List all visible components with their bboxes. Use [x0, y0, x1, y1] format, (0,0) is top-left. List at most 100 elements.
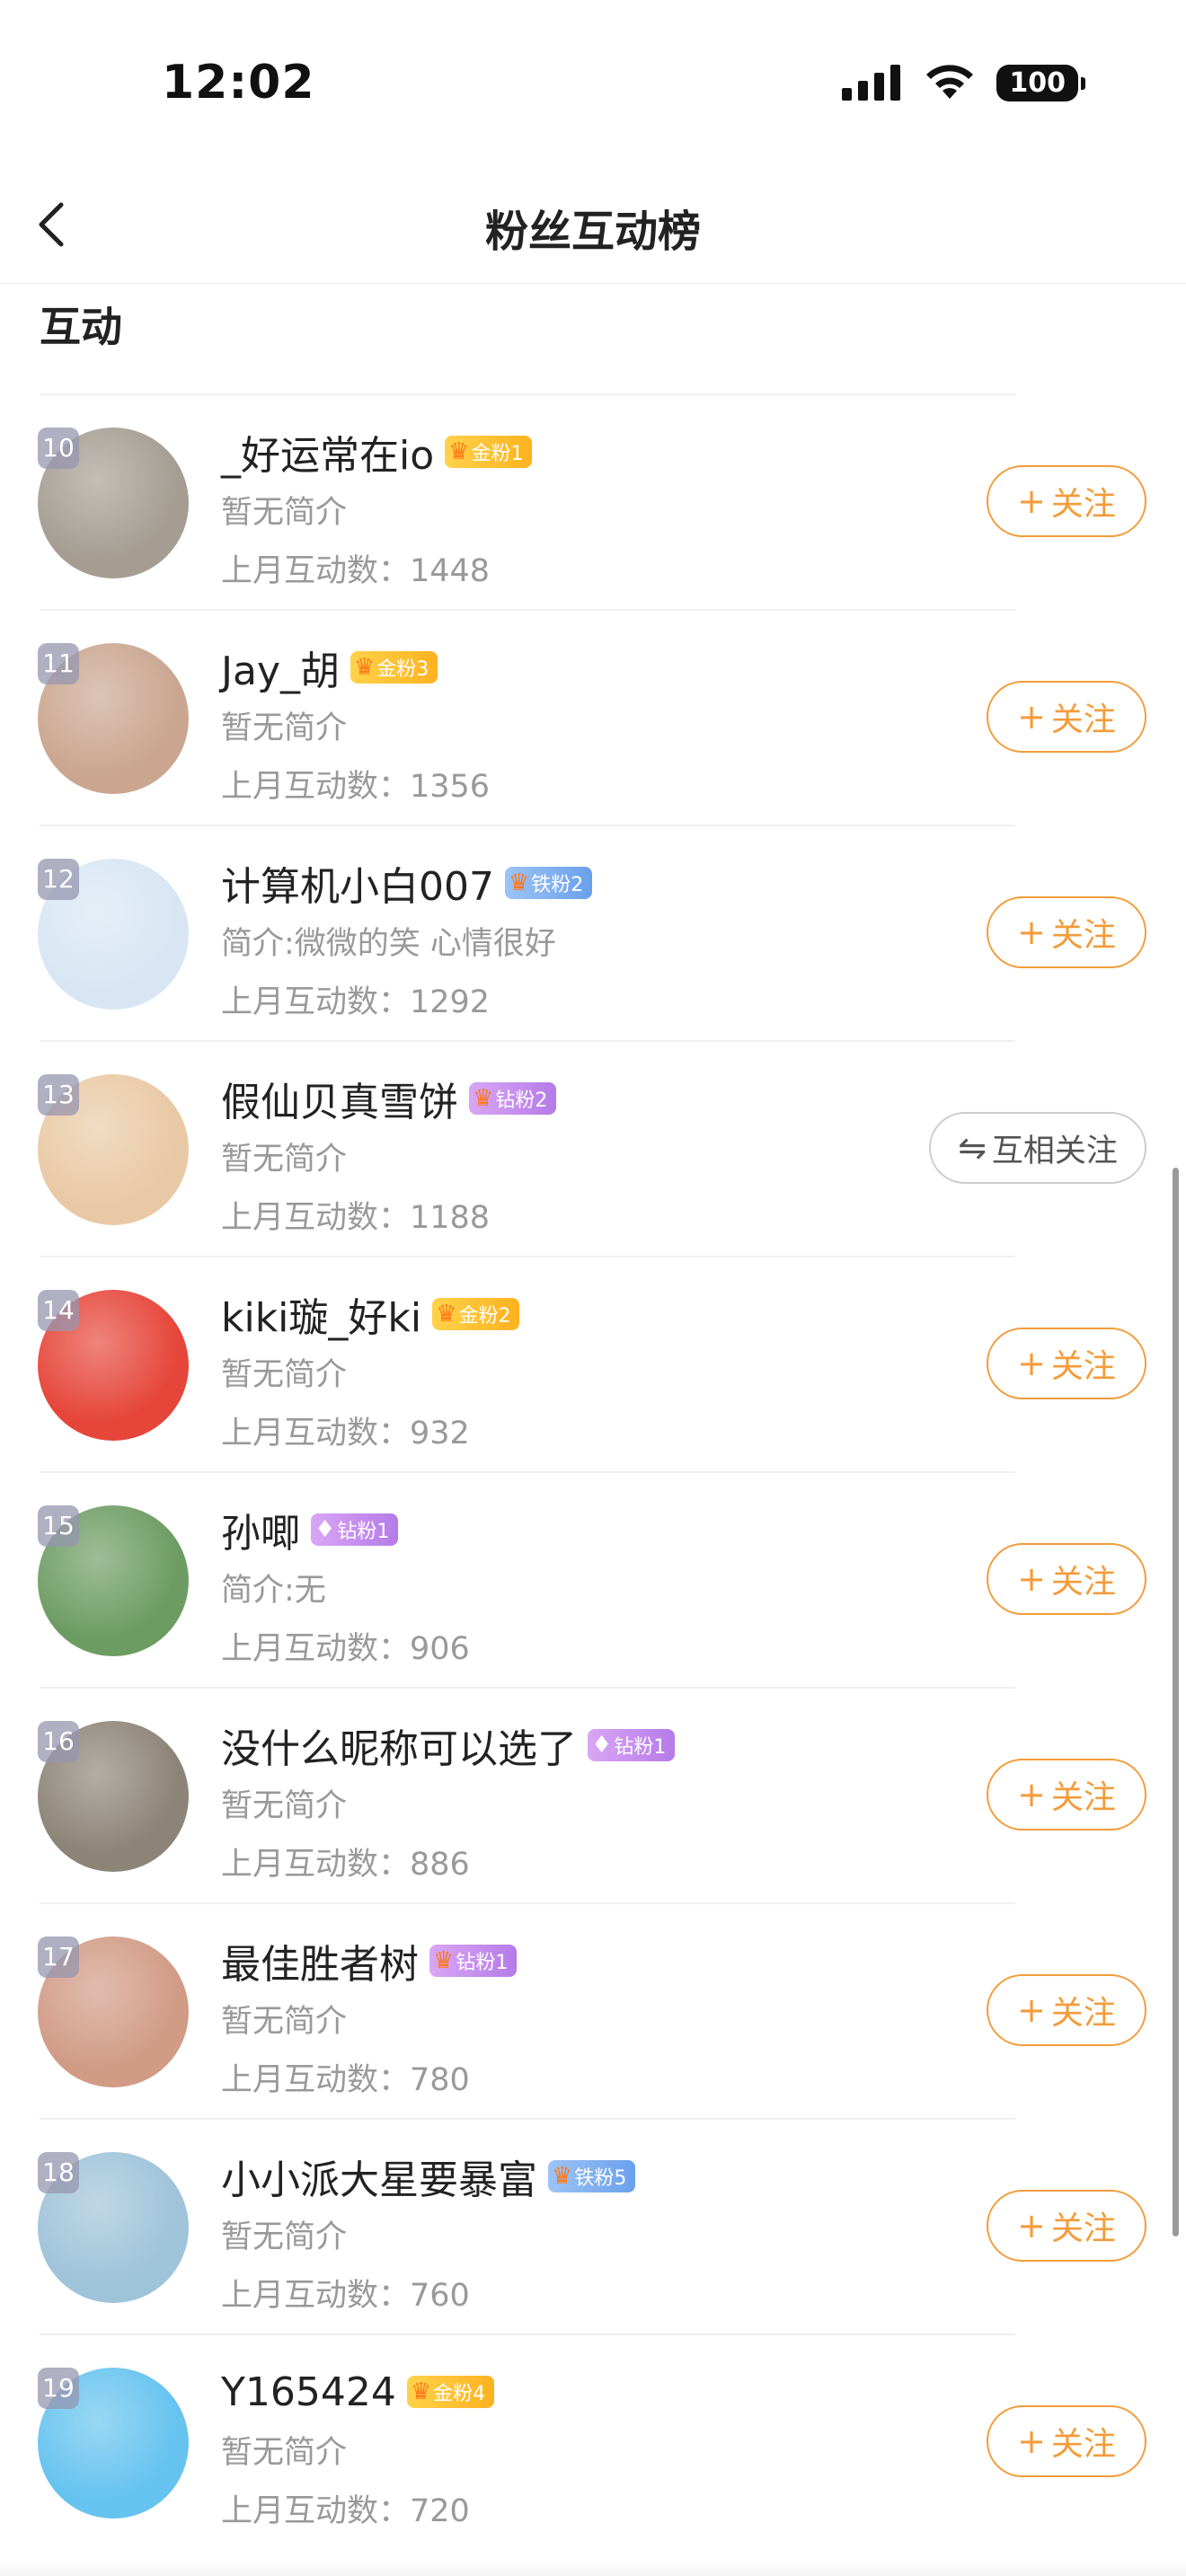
user-bio: 暂无简介 [221, 2004, 348, 2040]
user-name[interactable]: Y165424 [221, 2369, 396, 2415]
list-item[interactable]: 17 最佳胜者树 ♛ 钻粉1 暂无简介 上月互动数：780 + 关注 [0, 1902, 1186, 2118]
plus-icon: + [1017, 1990, 1046, 2030]
follow-button[interactable]: + 关注 [987, 2405, 1146, 2477]
avatar[interactable]: 18 [38, 2152, 189, 2303]
user-name[interactable]: 假仙贝真雪饼 [221, 1070, 458, 1127]
fan-level-badge: ♛ 金粉1 [445, 436, 533, 468]
follow-label: 关注 [1050, 2210, 1116, 2247]
user-info: kiki璇_好ki ♛ 金粉2 暂无简介 上月互动数：932 [221, 1283, 520, 1453]
plus-icon: + [1017, 1344, 1046, 1383]
follow-label: 关注 [1050, 1348, 1116, 1385]
section-title: 互动 [40, 303, 122, 351]
nav-bar: 粉丝互动榜 [0, 162, 1186, 284]
follow-button[interactable]: + 关注 [987, 2190, 1146, 2262]
mutual-follow-button[interactable]: ⇋ 互相关注 [929, 1112, 1146, 1184]
interaction-count: 上月互动数：886 [221, 1847, 470, 1883]
interaction-count: 上月互动数：1188 [221, 1200, 491, 1236]
user-name[interactable]: Jay_胡 [221, 639, 340, 696]
follow-button[interactable]: + 关注 [987, 681, 1146, 753]
list-item[interactable]: 19 Y165424 ♛ 金粉4 暂无简介 上月互动数：720 + 关注 [0, 2333, 1186, 2549]
plus-icon: + [1017, 1775, 1046, 1814]
row-divider [40, 825, 1015, 826]
list-item[interactable]: 11 Jay_胡 ♛ 金粉3 暂无简介 上月互动数：1356 + 关注 [0, 609, 1186, 825]
plus-icon: + [1017, 697, 1046, 737]
follow-button[interactable]: + 关注 [987, 1974, 1146, 2046]
user-bio: 暂无简介 [221, 495, 348, 531]
fan-level-badge: ♛ 金粉4 [406, 2376, 495, 2408]
battery-indicator: 100 [996, 64, 1085, 101]
follow-label: 关注 [1050, 1779, 1116, 1816]
avatar[interactable]: 17 [38, 1936, 189, 2087]
follow-button[interactable]: + 关注 [987, 465, 1146, 537]
user-name[interactable]: 小小派大星要暴富 [221, 2148, 537, 2205]
list-item[interactable]: 13 假仙贝真雪饼 ♛ 钻粉2 暂无简介 上月互动数：1188 ⇋ 互相关注 [0, 1040, 1186, 1256]
list-item[interactable]: 14 kiki璇_好ki ♛ 金粉2 暂无简介 上月互动数：932 + 关注 [0, 1256, 1186, 1471]
follow-label: 关注 [1050, 486, 1116, 523]
name-line: 没什么昵称可以选了 ♦ 钻粉1 [221, 1714, 676, 1777]
name-line: 假仙贝真雪饼 ♛ 钻粉2 [221, 1067, 557, 1130]
follow-button[interactable]: + 关注 [987, 1328, 1146, 1399]
diamond-icon: ♦ [314, 1516, 336, 1543]
user-bio: 暂无简介 [221, 2435, 348, 2471]
user-name[interactable]: 最佳胜者树 [221, 1932, 419, 1989]
user-bio: 暂无简介 [221, 2219, 348, 2255]
avatar[interactable]: 11 [38, 643, 189, 794]
crown-icon: ♛ [552, 2163, 573, 2190]
name-line: kiki璇_好ki ♛ 金粉2 [221, 1283, 520, 1345]
follow-button[interactable]: + 关注 [987, 896, 1146, 968]
user-name[interactable]: 孙唧 [221, 1501, 300, 1558]
fan-list: 10 _好运常在io ♛ 金粉1 暂无简介 上月互动数：1448 + 关注 11 [0, 393, 1186, 2549]
fan-level-badge: ♛ 钻粉1 [429, 1945, 518, 1977]
name-line: Jay_胡 ♛ 金粉3 [221, 636, 490, 699]
follow-button[interactable]: + 关注 [987, 1759, 1146, 1831]
name-line: Y165424 ♛ 金粉4 [221, 2360, 495, 2423]
list-item[interactable]: 15 孙唧 ♦ 钻粉1 简介:无 上月互动数：906 + 关注 [0, 1471, 1186, 1687]
name-line: 孙唧 ♦ 钻粉1 [221, 1498, 470, 1561]
user-info: _好运常在io ♛ 金粉1 暂无简介 上月互动数：1448 [221, 420, 533, 591]
follow-label: 关注 [1050, 917, 1116, 954]
user-name[interactable]: _好运常在io [221, 423, 434, 481]
avatar[interactable]: 19 [38, 2368, 189, 2519]
list-item[interactable]: 16 没什么昵称可以选了 ♦ 钻粉1 暂无简介 上月互动数：886 + 关注 [0, 1687, 1186, 1902]
user-bio: 简介:无 [221, 1573, 326, 1609]
plus-icon: + [1017, 2422, 1046, 2461]
user-info: Jay_胡 ♛ 金粉3 暂无简介 上月互动数：1356 [221, 636, 490, 807]
avatar[interactable]: 10 [38, 428, 189, 578]
fan-level-label: 金粉3 [376, 658, 429, 681]
scrollbar[interactable] [1173, 1168, 1179, 2236]
plus-icon: + [1017, 1559, 1046, 1599]
avatar[interactable]: 13 [38, 1074, 189, 1225]
user-name[interactable]: 没什么昵称可以选了 [221, 1716, 577, 1774]
plus-icon: + [1017, 481, 1046, 521]
avatar[interactable]: 12 [38, 859, 189, 1010]
list-item[interactable]: 12 计算机小白007 ♛ 铁粉2 简介:微微的笑 心情很好 上月互动数：129… [0, 825, 1186, 1040]
user-name[interactable]: 计算机小白007 [221, 854, 494, 912]
follow-button[interactable]: + 关注 [987, 1543, 1146, 1615]
list-item[interactable]: 18 小小派大星要暴富 ♛ 铁粉5 暂无简介 上月互动数：760 + 关注 [0, 2118, 1186, 2333]
name-line: _好运常在io ♛ 金粉1 [221, 420, 533, 483]
crown-icon: ♛ [436, 1301, 457, 1328]
interaction-count: 上月互动数：1292 [221, 984, 491, 1020]
user-name[interactable]: kiki璇_好ki [221, 1285, 421, 1343]
avatar[interactable]: 15 [38, 1505, 189, 1656]
name-line: 小小派大星要暴富 ♛ 铁粉5 [221, 2145, 636, 2208]
fan-level-label: 钻粉1 [337, 1521, 390, 1543]
interaction-count: 上月互动数：780 [221, 2062, 470, 2098]
diamond-icon: ♦ [591, 1732, 613, 1759]
avatar[interactable]: 14 [38, 1290, 189, 1441]
interaction-count: 上月互动数：932 [221, 1416, 470, 1451]
interaction-count: 上月互动数：720 [221, 2493, 470, 2529]
rank-badge: 14 [38, 1290, 79, 1331]
list-item[interactable]: 10 _好运常在io ♛ 金粉1 暂无简介 上月互动数：1448 + 关注 [0, 393, 1186, 609]
crown-icon: ♛ [508, 869, 530, 896]
user-info: 假仙贝真雪饼 ♛ 钻粉2 暂无简介 上月互动数：1188 [221, 1067, 557, 1238]
user-info: 最佳胜者树 ♛ 钻粉1 暂无简介 上月互动数：780 [221, 1929, 518, 2100]
row-divider [40, 1471, 1015, 1473]
user-info: 计算机小白007 ♛ 铁粉2 简介:微微的笑 心情很好 上月互动数：1292 [221, 851, 593, 1022]
fan-level-label: 金粉1 [471, 443, 524, 465]
bottom-edge [0, 2558, 1186, 2576]
avatar[interactable]: 16 [38, 1721, 189, 1872]
row-divider [40, 1256, 1015, 1257]
status-bar: 12:02 100 [0, 0, 1186, 144]
crown-icon: ♛ [410, 2378, 432, 2405]
